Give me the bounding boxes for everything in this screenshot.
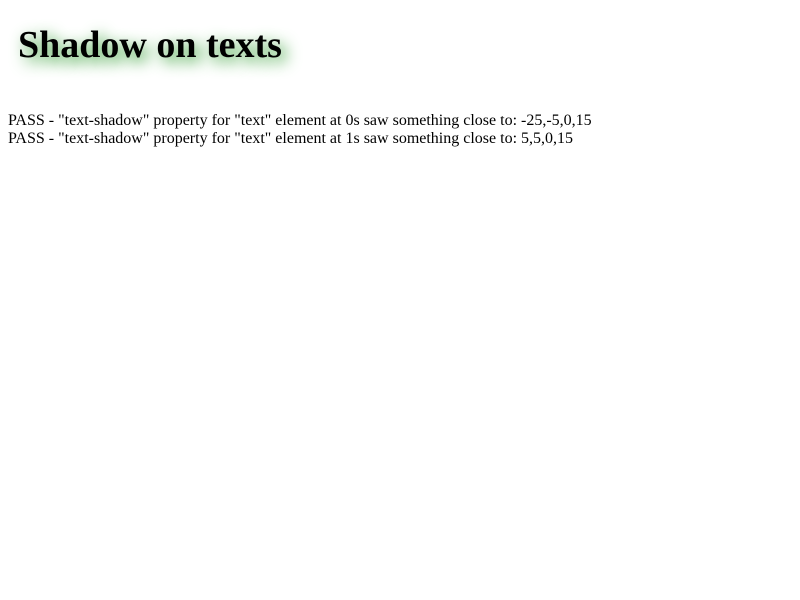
shadow-text-heading: Shadow on texts xyxy=(18,24,282,66)
result-line: PASS - "text-shadow" property for "text"… xyxy=(8,130,574,147)
test-page: Shadow on texts PASS - "text-shadow" pro… xyxy=(0,0,800,600)
test-results: PASS - "text-shadow" property for "text"… xyxy=(8,112,592,148)
result-line: PASS - "text-shadow" property for "text"… xyxy=(8,112,592,129)
